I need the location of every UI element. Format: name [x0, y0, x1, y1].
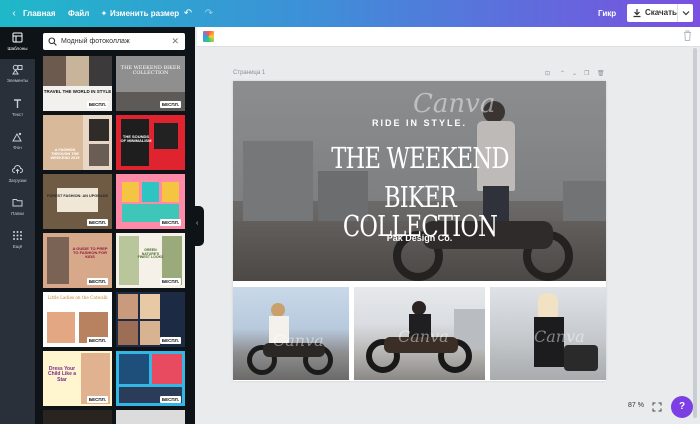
free-badge: БЕСПЛ. [86, 278, 108, 285]
template-thumbnail[interactable]: Little Ladies on the Catwalk БЕСПЛ. [43, 292, 112, 347]
folder-icon [12, 199, 23, 207]
help-button[interactable]: ? [671, 396, 693, 418]
delete-page-icon[interactable]: 🗑︎ [597, 70, 605, 77]
download-icon [633, 9, 641, 18]
rail-item-uploads[interactable]: Загрузки [0, 159, 35, 191]
color-picker-icon[interactable] [203, 31, 214, 42]
template-thumbnail[interactable]: TRAVEL THE WORLD IN STYLE БЕСПЛ. [43, 56, 112, 111]
template-thumbnail[interactable]: THE WEEKEND BIKER COLLECTION БЕСПЛ. [116, 56, 185, 111]
collage-photo-2[interactable]: Canva [354, 287, 485, 380]
collage-photo-3[interactable]: Canva [490, 287, 606, 380]
download-button[interactable]: Скачать [627, 4, 677, 22]
move-down-icon[interactable]: ⌄ [572, 70, 577, 77]
upload-cloud-icon [12, 165, 23, 174]
fullscreen-icon[interactable] [652, 402, 662, 412]
zoom-level[interactable]: 87 % [624, 402, 648, 409]
free-badge: БЕСПЛ. [86, 396, 108, 403]
trash-icon[interactable] [683, 30, 692, 41]
template-text: A FASHION THROUGH THE WEEKEND 2019 [50, 148, 80, 160]
rail-item-more[interactable]: Ещё [0, 225, 35, 257]
free-badge: БЕСПЛ. [86, 101, 108, 108]
template-thumbnail[interactable]: THE SOUNDS OF MINIMALISM [116, 115, 185, 170]
file-menu[interactable]: Файл [68, 0, 89, 27]
rail-item-templates[interactable]: Шаблоны [0, 27, 35, 59]
free-badge: БЕСПЛ. [159, 396, 181, 403]
guest-user-label[interactable]: Гикр [598, 0, 616, 27]
rail-item-elements[interactable]: Элементы [0, 59, 35, 91]
chevron-left-icon: ‹ [196, 220, 199, 227]
home-link[interactable]: Главная [23, 0, 56, 27]
free-badge: БЕСПЛ. [159, 337, 181, 344]
rail-label: Элементы [6, 78, 29, 83]
template-text: THE WEEKEND BIKER COLLECTION [120, 65, 181, 77]
template-thumbnail[interactable]: Dress Your Child Like a Star БЕСПЛ. [43, 351, 112, 406]
watermark-text: Canva [398, 327, 449, 346]
template-thumbnail[interactable] [43, 410, 112, 424]
duplicate-page-icon[interactable]: ❐ [584, 70, 589, 77]
search-value: Модный фотоколлаж [61, 38, 130, 45]
redo-icon[interactable]: ↷ [203, 0, 215, 27]
free-badge: БЕСПЛ. [159, 101, 181, 108]
back-chevron-icon[interactable]: ‹ [9, 0, 19, 27]
rail-label: Фон [13, 145, 22, 150]
page-label: Страница 1 [233, 70, 266, 76]
collage-photo-1[interactable]: Canva [233, 287, 349, 380]
template-text: THE SOUNDS OF MINIMALISM [120, 134, 152, 144]
rail-item-folders[interactable]: Папки [0, 192, 35, 224]
sparkle-icon: ✦ [100, 9, 108, 18]
rail-label: Папки [11, 211, 24, 216]
template-text: Dress Your Child Like a Star [47, 366, 77, 383]
template-text: A GUIDE TO PREP TO FASHION FOR KIDS [72, 246, 108, 260]
free-badge: БЕСПЛ. [159, 278, 181, 285]
watermark-text: Canva [413, 89, 496, 119]
vertical-scrollbar[interactable] [692, 48, 698, 424]
template-thumbnail[interactable]: FOREST FASHION: AN UPGRADE БЕСПЛ. [43, 174, 112, 229]
background-icon [12, 132, 22, 142]
rail-label: Загрузки [8, 178, 27, 183]
template-search-input[interactable]: Модный фотоколлаж ✕ [43, 33, 185, 50]
template-text: Little Ladies on the Catwalk [47, 295, 108, 300]
free-badge: БЕСПЛ. [86, 337, 108, 344]
page-notes-icon[interactable]: ⊡ [545, 70, 550, 77]
template-text: FOREST FASHION: AN UPGRADE [46, 194, 109, 198]
template-thumbnail[interactable]: БЕСПЛ. [116, 174, 185, 229]
template-thumbnail[interactable] [116, 410, 185, 424]
elements-icon [12, 64, 23, 75]
move-up-icon[interactable]: ⌃ [560, 70, 565, 77]
rail-item-background[interactable]: Фон [0, 126, 35, 158]
template-thumbnail[interactable]: A FASHION THROUGH THE WEEKEND 2019 [43, 115, 112, 170]
top-toolbar: ‹ Главная Файл ✦ Изменить размер ↶ ↷ Гик… [0, 0, 700, 27]
watermark-text: Canva [273, 331, 324, 350]
rail-label: Шаблоны [7, 46, 28, 51]
download-label: Скачать [645, 8, 677, 17]
undo-icon[interactable]: ↶ [182, 0, 194, 27]
resize-button[interactable]: Изменить размер [110, 0, 179, 27]
clear-search-icon[interactable]: ✕ [171, 33, 179, 50]
template-thumbnail[interactable]: GREEN NATURE'S FINEST LOOKS БЕСПЛ. [116, 233, 185, 288]
free-badge: БЕСПЛ. [86, 219, 108, 226]
template-text: TRAVEL THE WORLD IN STYLE [43, 89, 112, 94]
editor-toolbar [197, 27, 700, 47]
template-thumbnail[interactable]: БЕСПЛ. [116, 292, 185, 347]
hero-title-line1[interactable]: THE WEEKEND [319, 144, 522, 173]
text-icon [14, 99, 21, 108]
collapse-panel-button[interactable]: ‹ [194, 206, 204, 246]
download-options-button[interactable] [677, 4, 693, 22]
rail-label: Ещё [12, 244, 23, 249]
hero-subtitle[interactable]: RIDE IN STYLE. [233, 118, 606, 128]
templates-icon [12, 32, 23, 43]
watermark-text: Canva [534, 327, 585, 346]
template-thumbnail[interactable]: БЕСПЛ. [116, 351, 185, 406]
hero-brand[interactable]: Pak Design Co. [233, 233, 606, 243]
chevron-down-icon [682, 11, 690, 16]
side-rail: Шаблоны Элементы Текст Фон Загрузки Папк… [0, 27, 35, 424]
rail-label: Текст [11, 112, 24, 117]
template-text: GREEN NATURE'S FINEST LOOKS [137, 248, 164, 260]
grid-dots-icon [13, 231, 22, 240]
search-icon [48, 37, 57, 46]
free-badge: БЕСПЛ. [159, 219, 181, 226]
template-thumbnail[interactable]: A GUIDE TO PREP TO FASHION FOR KIDS БЕСП… [43, 233, 112, 288]
rail-item-text[interactable]: Текст [0, 93, 35, 125]
